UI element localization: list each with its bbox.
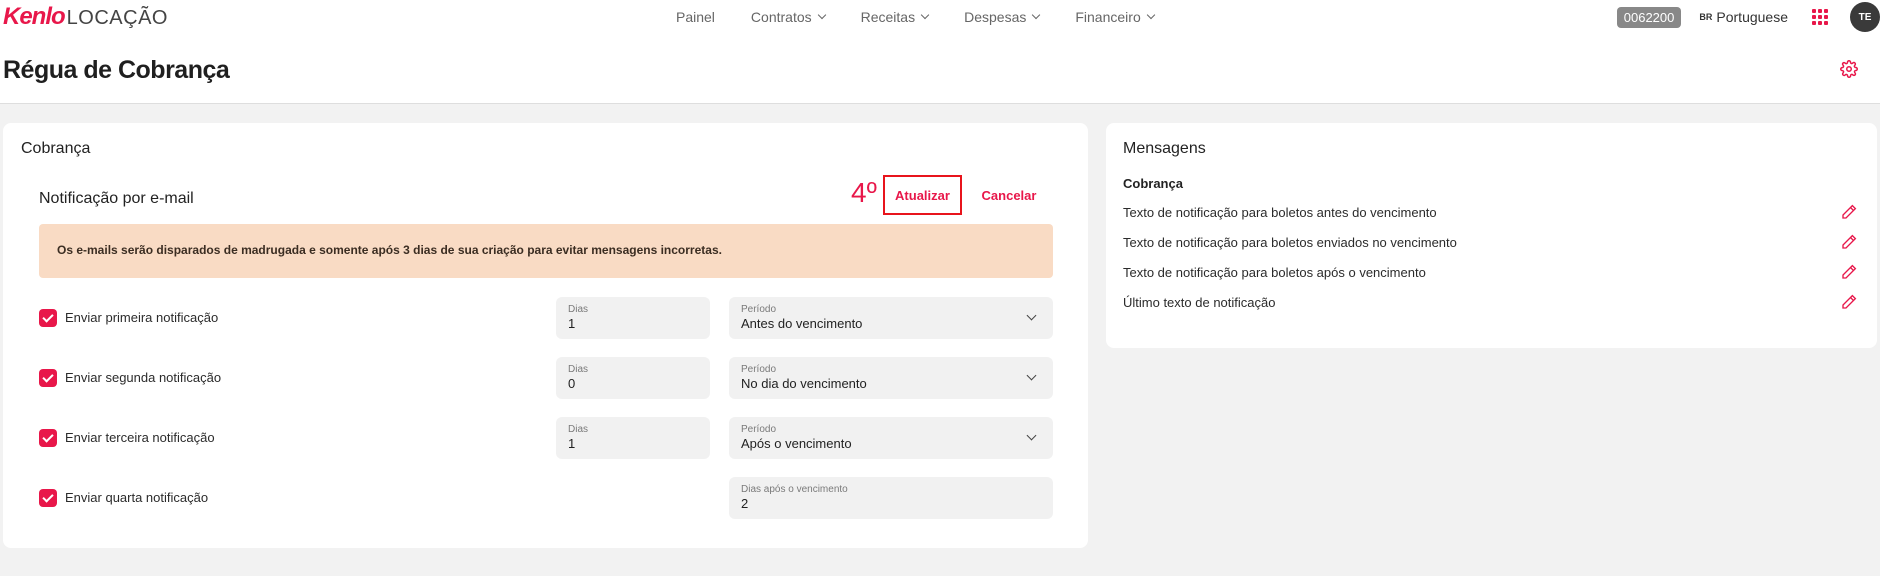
field-label: Período <box>741 364 777 375</box>
messages-card: Mensagens Cobrança Texto de notificação … <box>1106 123 1877 348</box>
page-title: Régua de Cobrança <box>3 56 230 84</box>
top-bar: Kenlo LOCAÇÃO Painel Contratos Receitas … <box>0 0 1880 34</box>
nav-item-label: Despesas <box>964 9 1027 25</box>
messages-subtitle: Cobrança <box>1123 176 1183 191</box>
billing-card: Cobrança Notificação por e-mail 4º Atual… <box>3 123 1088 548</box>
field-label: Período <box>741 304 777 315</box>
nav-item-label: Receitas <box>860 9 916 25</box>
row-label: Enviar quarta notificação <box>65 490 209 505</box>
nav-item-painel[interactable]: Painel <box>676 9 715 25</box>
field-value: 1 <box>568 316 576 331</box>
field-value: No dia do vencimento <box>741 376 867 391</box>
row-label: Enviar terceira notificação <box>65 430 215 445</box>
page-header: Régua de Cobrança <box>0 34 1880 104</box>
chevron-down-icon <box>1032 10 1041 20</box>
days-input[interactable]: Dias 1 <box>556 417 710 459</box>
days-input[interactable]: Dias 1 <box>556 297 710 339</box>
nav-item-despesas[interactable]: Despesas <box>964 9 1041 25</box>
field-label: Dias <box>568 424 589 435</box>
nav-item-label: Financeiro <box>1075 9 1141 25</box>
nav-item-receitas[interactable]: Receitas <box>860 9 930 25</box>
pencil-icon[interactable] <box>1840 203 1858 221</box>
messages-card-title: Mensagens <box>1123 140 1206 157</box>
account-code-badge[interactable]: 0062200 <box>1616 6 1682 28</box>
language-label: Portuguese <box>1716 9 1788 25</box>
message-label: Texto de notificação para boletos enviad… <box>1123 235 1457 250</box>
field-value: Antes do vencimento <box>741 316 863 331</box>
chevron-down-icon <box>1146 10 1155 20</box>
days-after-due-input[interactable]: Dias após o vencimento 2 <box>729 477 1053 519</box>
period-select[interactable]: Período Antes do vencimento <box>729 297 1053 339</box>
notification-row-4: Enviar quarta notificação Dias após o ve… <box>39 477 1053 519</box>
field-value: 1 <box>568 436 576 451</box>
pencil-icon[interactable] <box>1840 293 1858 311</box>
step-marker: 4º <box>851 177 877 208</box>
email-notification-title: Notificação por e-mail <box>39 190 194 207</box>
message-label: Texto de notificação para boletos antes … <box>1123 205 1437 220</box>
notification-row-2: Enviar segunda notificação Dias 0 Períod… <box>39 357 1053 399</box>
main-nav: Painel Contratos Receitas Despesas Finan… <box>676 9 1190 25</box>
field-value: 2 <box>741 496 749 511</box>
notification-row-1: Enviar primeira notificação Dias 1 Perío… <box>39 297 1053 339</box>
message-label: Texto de notificação para boletos após o… <box>1123 265 1426 280</box>
update-button[interactable]: Atualizar <box>883 175 962 215</box>
billing-card-title: Cobrança <box>21 140 91 157</box>
checkbox-third-notification[interactable] <box>39 429 57 447</box>
language-selector[interactable]: BR Portuguese <box>1699 9 1788 25</box>
logo-subtitle: LOCAÇÃO <box>66 7 168 29</box>
field-value: Após o vencimento <box>741 436 852 451</box>
message-item: Último texto de notificação <box>1123 293 1858 313</box>
cancel-button[interactable]: Cancelar <box>969 175 1049 215</box>
info-alert: Os e-mails serão disparados de madrugada… <box>39 224 1053 278</box>
logo-brand: Kenlo <box>3 3 66 30</box>
field-label: Dias após o vencimento <box>741 484 848 495</box>
message-item: Texto de notificação para boletos após o… <box>1123 263 1858 283</box>
flag-icon: BR <box>1699 12 1713 22</box>
message-label: Último texto de notificação <box>1123 295 1276 310</box>
nav-item-financeiro[interactable]: Financeiro <box>1075 9 1155 25</box>
message-item: Texto de notificação para boletos enviad… <box>1123 233 1858 253</box>
notification-row-3: Enviar terceira notificação Dias 1 Perío… <box>39 417 1053 459</box>
pencil-icon[interactable] <box>1840 233 1858 251</box>
days-input[interactable]: Dias 0 <box>556 357 710 399</box>
row-label: Enviar primeira notificação <box>65 310 219 325</box>
period-select[interactable]: Período Após o vencimento <box>729 417 1053 459</box>
checkbox-second-notification[interactable] <box>39 369 57 387</box>
row-label: Enviar segunda notificação <box>65 370 222 385</box>
nav-item-label: Contratos <box>750 9 812 25</box>
field-label: Dias <box>568 364 589 375</box>
period-select[interactable]: Período No dia do vencimento <box>729 357 1053 399</box>
gear-icon[interactable] <box>1840 60 1858 78</box>
chevron-down-icon <box>920 10 930 20</box>
checkbox-first-notification[interactable] <box>39 309 57 327</box>
field-label: Dias <box>568 304 589 315</box>
checkbox-fourth-notification[interactable] <box>39 489 57 507</box>
app-logo[interactable]: Kenlo LOCAÇÃO <box>3 3 168 31</box>
nav-item-label: Painel <box>676 9 715 25</box>
field-value: 0 <box>568 376 576 391</box>
grid-icon[interactable] <box>1812 9 1828 25</box>
nav-item-contratos[interactable]: Contratos <box>750 9 826 25</box>
field-label: Período <box>741 424 777 435</box>
avatar[interactable]: TE <box>1850 2 1880 32</box>
message-item: Texto de notificação para boletos antes … <box>1123 203 1858 223</box>
chevron-down-icon <box>817 10 826 20</box>
pencil-icon[interactable] <box>1840 263 1858 281</box>
top-right-tools: 0062200 BR Portuguese TE <box>1616 2 1880 32</box>
